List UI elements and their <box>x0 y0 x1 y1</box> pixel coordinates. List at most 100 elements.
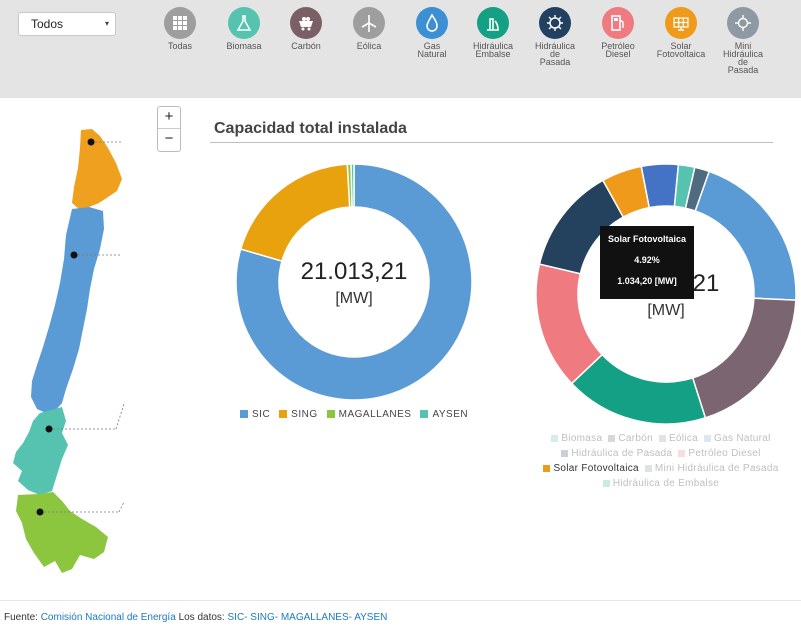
category-label: Hidráulica Embalse <box>472 41 514 59</box>
category-gas[interactable]: Gas Natural <box>402 7 462 59</box>
zoom-in-button[interactable]: + <box>158 107 180 129</box>
tooltip-name: Solar Fotovoltaica <box>607 234 687 244</box>
category-label: Carbón <box>291 41 321 51</box>
legend-label: Biomasa <box>561 433 603 444</box>
legend-label: AYSEN <box>432 409 469 420</box>
legend-item[interactable]: SIC <box>240 409 270 420</box>
category-label: Solar Fotovoltaica <box>656 41 706 59</box>
legend-label: Mini Hidráulica de Pasada <box>654 463 779 474</box>
region-sing <box>72 129 122 209</box>
category-hidraulica_embalse[interactable]: Hidráulica Embalse <box>463 7 523 59</box>
category-label: Mini Hidráulica de Pasada <box>722 41 764 75</box>
chart1-slice-aysen[interactable] <box>350 163 355 208</box>
legend-item[interactable]: Hidráulica de Pasada <box>561 448 672 459</box>
legend-item[interactable]: Eólica <box>658 433 698 444</box>
chile-map[interactable] <box>4 103 187 579</box>
chevron-down-icon: ▾ <box>104 19 109 28</box>
legend-label: Hidráulica de Pasada <box>571 448 673 459</box>
legend-swatch <box>543 464 551 472</box>
legend-swatch <box>644 464 652 472</box>
legend-swatch <box>608 434 616 442</box>
category-petroleo[interactable]: Petróleo Diesel <box>588 7 648 59</box>
legend-swatch <box>658 434 666 442</box>
legend-label: Solar Fotovoltaica <box>553 463 639 474</box>
legend-row: Hidráulica de Pasada Petróleo Diesel <box>532 446 790 461</box>
category-solar[interactable]: Solar Fotovoltaica <box>651 7 711 59</box>
solar-panel-icon <box>665 7 697 39</box>
legend-label: Gas Natural <box>714 433 771 444</box>
small-water-wheel-icon <box>727 7 759 39</box>
category-mini_hidraulica[interactable]: Mini Hidráulica de Pasada <box>713 7 773 75</box>
zoom-out-button[interactable]: − <box>158 129 180 150</box>
legend-label: Eólica <box>668 433 698 444</box>
flame-icon <box>416 7 448 39</box>
legend-row: Biomasa Carbón Eólica Gas Natural <box>532 431 790 446</box>
footer-mid-text: Los datos: <box>178 612 225 623</box>
region-magallanes <box>16 492 108 573</box>
legend-swatch <box>279 410 288 419</box>
legend-label: Petróleo Diesel <box>688 448 761 459</box>
region-aysen <box>13 407 68 495</box>
water-wheel-icon <box>539 7 571 39</box>
footer-prefix: Fuente: <box>4 612 38 623</box>
category-label: Petróleo Diesel <box>601 41 635 59</box>
legend-swatch <box>561 449 569 457</box>
fuel-pump-icon <box>602 7 634 39</box>
legend-swatch <box>602 479 610 487</box>
footer-source-link[interactable]: Comisión Nacional de Energía <box>41 612 176 623</box>
map-zoom-control: + − <box>157 106 181 152</box>
legend-label: Hidráulica de Embalse <box>612 478 720 489</box>
chart2-legend: Biomasa Carbón Eólica Gas Natural Hidráulica… <box>532 431 790 491</box>
region-sic <box>31 207 104 413</box>
filter-bar: Todos ▾ Todas Biomasa Carbón Eólica Gas Natu… <box>0 0 801 98</box>
flask-icon <box>228 7 260 39</box>
category-label: Todas <box>167 41 193 51</box>
footer-data-links[interactable]: SIC- SING- MAGALLANES- AYSEN <box>228 612 388 623</box>
legend-label: SING <box>291 409 318 420</box>
coal-cart-icon <box>290 7 322 39</box>
title-divider <box>210 142 773 143</box>
tooltip-value: 1.034,20 [MW] <box>617 276 677 286</box>
category-carbon[interactable]: Carbón <box>276 7 336 51</box>
category-select[interactable]: Todos ▾ <box>18 12 116 36</box>
legend-item[interactable]: Gas Natural <box>704 433 771 444</box>
category-todas[interactable]: Todas <box>150 7 210 51</box>
section-title: Capacidad total instalada <box>214 120 407 137</box>
legend-item[interactable]: SING <box>279 409 317 420</box>
category-label: Gas Natural <box>417 41 447 59</box>
legend-item[interactable]: Carbón <box>608 433 653 444</box>
chart2-center-unit: [MW] <box>647 302 685 319</box>
legend-item[interactable]: Petróleo Diesel <box>678 448 760 459</box>
wind-turbine-icon <box>353 7 385 39</box>
legend-swatch <box>704 434 711 442</box>
category-label: Biomasa <box>226 41 262 51</box>
legend-item[interactable]: Hidráulica de Embalse <box>602 478 720 489</box>
category-label: Hidráulica de Pasada <box>534 41 576 67</box>
category-eolica[interactable]: Eólica <box>339 7 399 51</box>
legend-label: MAGALLANES <box>338 409 412 420</box>
legend-swatch <box>420 410 429 419</box>
legend-item[interactable]: MAGALLANES <box>326 409 412 420</box>
category-hidraulica_pasada[interactable]: Hidráulica de Pasada <box>525 7 585 67</box>
legend-swatch <box>326 410 335 419</box>
legend-item[interactable]: Biomasa <box>551 433 602 444</box>
chart1-center-unit: [MW] <box>335 290 373 307</box>
category-label: Eólica <box>356 41 382 51</box>
legend-label: Carbón <box>618 433 653 444</box>
category-select-value: Todos <box>31 17 64 31</box>
legend-swatch <box>678 449 686 457</box>
dam-icon <box>477 7 509 39</box>
grid-icon <box>164 7 196 39</box>
legend-row: Solar Fotovoltaica Mini Hidráulica de Pas… <box>532 461 790 476</box>
region-map <box>13 129 125 573</box>
tooltip-percent: 4.92% <box>634 255 660 265</box>
chart1-center-value: 21.013,21 <box>300 258 408 285</box>
legend-item[interactable]: Mini Hidráulica de Pasada <box>644 463 779 474</box>
legend-swatch <box>551 434 559 442</box>
legend-item[interactable]: AYSEN <box>420 409 468 420</box>
chart1-legend: SIC SING MAGALLANES AYSEN <box>240 409 477 420</box>
chart-tooltip: Solar Fotovoltaica 4.92% 1.034,20 [MW] <box>600 226 694 299</box>
category-biomasa[interactable]: Biomasa <box>214 7 274 51</box>
chart1-slice-sing[interactable] <box>239 163 351 263</box>
legend-item[interactable]: Solar Fotovoltaica <box>543 463 639 474</box>
